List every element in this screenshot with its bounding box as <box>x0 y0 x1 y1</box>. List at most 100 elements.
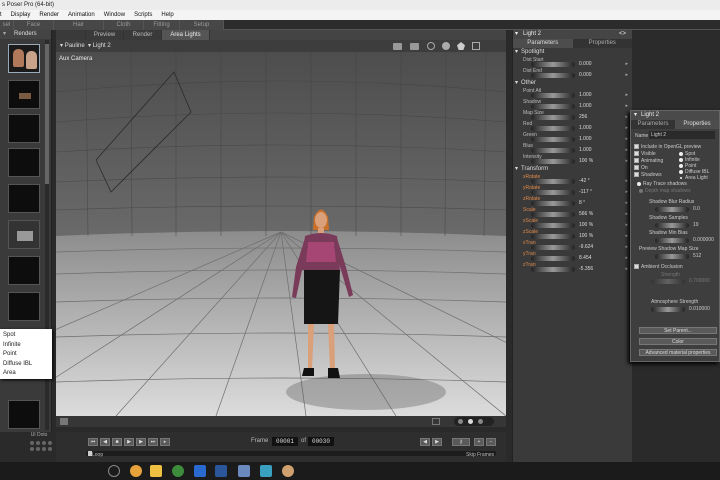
menu-item-diffuse-ibl[interactable]: Diffuse IBL <box>0 360 52 370</box>
camera-label[interactable]: Aux Camera <box>59 56 92 62</box>
search-icon[interactable] <box>108 465 120 477</box>
name-field[interactable]: Light 2 <box>649 131 715 139</box>
param-dial[interactable] <box>531 223 575 228</box>
menu-window[interactable]: Window <box>104 10 125 20</box>
param-value[interactable]: -5.356 <box>579 266 593 272</box>
render-thumbnail[interactable] <box>8 44 40 73</box>
param-menu-icon[interactable]: ▸ <box>625 233 628 239</box>
param-row[interactable]: Point Atl 1.000 ▸ <box>513 88 632 99</box>
step-button[interactable]: ▸ <box>160 438 170 446</box>
param-dial[interactable] <box>531 137 575 142</box>
param-row[interactable]: Blue 1.000 ▸ <box>513 143 632 154</box>
param-value[interactable]: 8.454 <box>579 255 592 261</box>
swap-icon[interactable]: <> <box>619 30 626 39</box>
ambient-occlusion-checkbox[interactable]: Ambient Occlusion <box>634 264 683 270</box>
set-parent-button[interactable]: Set Parent... <box>639 327 717 334</box>
param-dial[interactable] <box>531 104 575 109</box>
param-menu-icon[interactable]: ▸ <box>625 72 628 78</box>
param-dial[interactable] <box>531 62 575 67</box>
next-key-button[interactable]: ▶ <box>136 438 146 446</box>
param-value[interactable]: -9.624 <box>579 244 593 250</box>
param-dial[interactable] <box>531 148 575 153</box>
depth-map-radio[interactable]: Depth map shadows <box>639 188 691 194</box>
outlook-icon[interactable] <box>194 465 206 477</box>
word-icon[interactable] <box>215 465 227 477</box>
current-frame-field[interactable]: 00001 <box>272 437 298 446</box>
param-dial[interactable] <box>531 201 575 206</box>
render-thumbnail[interactable] <box>8 220 40 249</box>
shadows-checkbox[interactable]: Shadows <box>634 172 662 178</box>
menu-icon[interactable] <box>60 418 68 425</box>
param-row[interactable]: xScale 100 % ▸ <box>513 218 632 229</box>
shadow-blur-value[interactable]: 0.0 <box>693 206 700 212</box>
menu-item-area[interactable]: Area <box>0 369 52 379</box>
collapse-icon[interactable]: ▾ <box>3 30 6 39</box>
menu-edit[interactable]: t <box>0 10 2 20</box>
loop-toggle[interactable]: Loop <box>92 452 103 458</box>
collapse-icon[interactable]: ▾ <box>515 30 518 39</box>
param-menu-icon[interactable]: ▸ <box>625 136 628 142</box>
group-transform[interactable]: ▾ Transform <box>513 165 632 174</box>
param-value[interactable]: 1.000 <box>579 92 592 98</box>
param-menu-icon[interactable]: ▸ <box>625 211 628 217</box>
param-value[interactable]: 1.000 <box>579 147 592 153</box>
shadow-blur-dial[interactable] <box>655 207 689 212</box>
param-menu-icon[interactable]: ▸ <box>625 92 628 98</box>
param-row[interactable]: Dist End 0.000 ▸ <box>513 68 632 79</box>
param-value[interactable]: 1.000 <box>579 125 592 131</box>
target-icon[interactable] <box>427 42 435 50</box>
ray-trace-radio[interactable]: Ray Trace shadows <box>637 181 687 187</box>
tool-icon[interactable] <box>432 418 440 425</box>
param-menu-icon[interactable]: ▸ <box>625 244 628 250</box>
figure-selector[interactable]: ▾ Pauline <box>60 40 85 52</box>
keyframe-key-icon[interactable]: ⚷ <box>452 438 470 446</box>
remove-keyframe-button[interactable]: − <box>486 438 496 446</box>
param-menu-icon[interactable]: ▸ <box>625 200 628 206</box>
include-opengl-checkbox[interactable]: Include in OpenGL preview <box>634 144 701 150</box>
render-icon[interactable] <box>410 43 419 50</box>
param-row[interactable]: Green 1.000 ▸ <box>513 132 632 143</box>
sphere-icon[interactable] <box>442 42 450 50</box>
tab-fitting[interactable]: Fitting <box>144 20 180 30</box>
param-menu-icon[interactable]: ▸ <box>625 158 628 164</box>
strength-dial[interactable] <box>651 279 685 284</box>
param-dial[interactable] <box>531 190 575 195</box>
param-dial[interactable] <box>531 115 575 120</box>
app-icon[interactable] <box>260 465 272 477</box>
advanced-material-button[interactable]: Advanced material properties <box>639 349 717 356</box>
collapse-icon[interactable]: ▾ <box>634 111 637 120</box>
param-menu-icon[interactable]: ▸ <box>625 147 628 153</box>
param-row[interactable]: xTran -9.624 ▸ <box>513 240 632 251</box>
atmosphere-value[interactable]: 0.010000 <box>689 306 710 312</box>
preview-map-value[interactable]: 512 <box>693 253 701 259</box>
param-menu-icon[interactable]: ▸ <box>625 255 628 261</box>
param-menu-icon[interactable]: ▸ <box>625 114 628 120</box>
tab-properties[interactable]: Properties <box>675 120 719 129</box>
render-thumbnail[interactable] <box>8 114 40 143</box>
menu-display[interactable]: Display <box>11 10 31 20</box>
param-value[interactable]: 100 % <box>579 158 593 164</box>
color-button[interactable]: Color <box>639 338 717 345</box>
chrome-icon[interactable] <box>130 465 142 477</box>
total-frames-field[interactable]: 00030 <box>308 437 334 446</box>
add-keyframe-button[interactable]: + <box>474 438 484 446</box>
param-value[interactable]: 256 <box>579 114 587 120</box>
strength-value[interactable]: 0.700000 <box>689 278 710 284</box>
tab-cloth[interactable]: Cloth <box>104 20 144 30</box>
param-value[interactable]: 8 ° <box>579 200 585 206</box>
param-row[interactable]: Scale 566 % ▸ <box>513 207 632 218</box>
timeline-slider[interactable] <box>86 451 496 456</box>
param-value[interactable]: 1.000 <box>579 103 592 109</box>
menu-help[interactable]: Help <box>161 10 173 20</box>
scene-canvas[interactable] <box>56 52 506 416</box>
tab-pose[interactable]: sel <box>0 20 14 30</box>
3d-viewport[interactable]: Aux Camera <box>56 52 506 416</box>
app-icon[interactable] <box>238 465 250 477</box>
render-thumbnail[interactable] <box>8 256 40 285</box>
param-menu-icon[interactable]: ▸ <box>625 189 628 195</box>
param-row[interactable]: Red 1.000 ▸ <box>513 121 632 132</box>
param-row[interactable]: Shadow 1.000 ▸ <box>513 99 632 110</box>
param-menu-icon[interactable]: ▸ <box>625 125 628 131</box>
menu-render[interactable]: Render <box>39 10 59 20</box>
param-value[interactable]: 100 % <box>579 233 593 239</box>
